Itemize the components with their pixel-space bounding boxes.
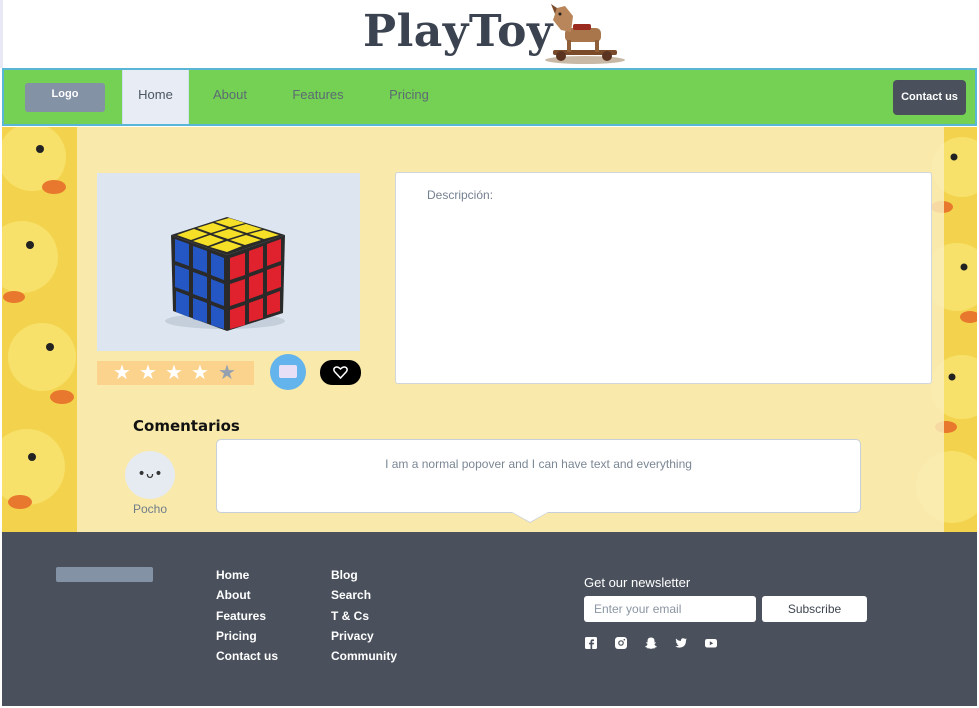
brand-title: PlayToy bbox=[363, 6, 553, 57]
comments-title: Comentarios bbox=[133, 417, 240, 435]
newsletter-title: Get our newsletter bbox=[584, 575, 691, 590]
footer-link-search[interactable]: Search bbox=[331, 587, 397, 607]
footer-links-col2: Blog Search T & Cs Privacy Community bbox=[331, 567, 397, 668]
star-icon[interactable]: ★ bbox=[191, 363, 209, 383]
youtube-icon[interactable] bbox=[704, 636, 718, 650]
star-icon[interactable]: ★ bbox=[218, 363, 236, 383]
twitter-icon[interactable] bbox=[674, 636, 688, 650]
nav-item-pricing[interactable]: Pricing bbox=[376, 70, 442, 124]
comment-author: Pocho bbox=[132, 502, 168, 516]
footer-link-contact[interactable]: Contact us bbox=[216, 648, 278, 668]
footer-link-blog[interactable]: Blog bbox=[331, 567, 397, 587]
navbar: Logo Home About Features Pricing Contact… bbox=[2, 68, 977, 126]
contact-us-button[interactable]: Contact us bbox=[893, 80, 966, 115]
avatar: •ᴗ• bbox=[125, 451, 175, 499]
footer-link-pricing[interactable]: Pricing bbox=[216, 628, 278, 648]
rating-stars[interactable]: ★ ★ ★ ★ ★ bbox=[97, 361, 254, 385]
favorite-button[interactable] bbox=[320, 360, 361, 385]
content-panel: ★ ★ ★ ★ ★ Descripción: Comentarios •ᴗ• P… bbox=[77, 127, 944, 532]
footer: Home About Features Pricing Contact us B… bbox=[2, 532, 977, 706]
comment-text: I am a normal popover and I can have tex… bbox=[385, 457, 692, 471]
subscribe-button[interactable]: Subscribe bbox=[762, 596, 867, 622]
footer-link-terms[interactable]: T & Cs bbox=[331, 608, 397, 628]
star-icon[interactable]: ★ bbox=[139, 363, 157, 383]
footer-links-col1: Home About Features Pricing Contact us bbox=[216, 567, 278, 668]
footer-link-privacy[interactable]: Privacy bbox=[331, 628, 397, 648]
rubiks-cube-icon bbox=[97, 173, 360, 351]
nav-logo[interactable]: Logo bbox=[25, 83, 105, 112]
description-label: Descripción: bbox=[427, 188, 494, 202]
main-content: ★ ★ ★ ★ ★ Descripción: Comentarios •ᴗ• P… bbox=[2, 127, 977, 532]
cart-icon bbox=[279, 365, 297, 378]
brand-header: PlayToy bbox=[0, 0, 979, 68]
footer-logo[interactable] bbox=[56, 567, 153, 582]
footer-link-community[interactable]: Community bbox=[331, 648, 397, 668]
star-icon[interactable]: ★ bbox=[165, 363, 183, 383]
nav-item-features[interactable]: Features bbox=[282, 70, 354, 124]
email-input[interactable] bbox=[584, 596, 756, 622]
add-to-cart-button[interactable] bbox=[270, 354, 306, 390]
footer-link-home[interactable]: Home bbox=[216, 567, 278, 587]
heart-icon bbox=[333, 366, 348, 380]
footer-link-features[interactable]: Features bbox=[216, 608, 278, 628]
star-icon[interactable]: ★ bbox=[113, 363, 131, 383]
description-box[interactable]: Descripción: bbox=[395, 172, 932, 384]
nav-item-home[interactable]: Home bbox=[122, 70, 189, 124]
rocking-horse-icon bbox=[545, 4, 625, 64]
comment-popover: I am a normal popover and I can have tex… bbox=[216, 439, 861, 523]
footer-link-about[interactable]: About bbox=[216, 587, 278, 607]
facebook-icon[interactable] bbox=[584, 636, 598, 650]
nav-item-about[interactable]: About bbox=[199, 70, 261, 124]
instagram-icon[interactable] bbox=[614, 636, 628, 650]
popover-arrow bbox=[512, 512, 548, 522]
snapchat-icon[interactable] bbox=[644, 636, 658, 650]
